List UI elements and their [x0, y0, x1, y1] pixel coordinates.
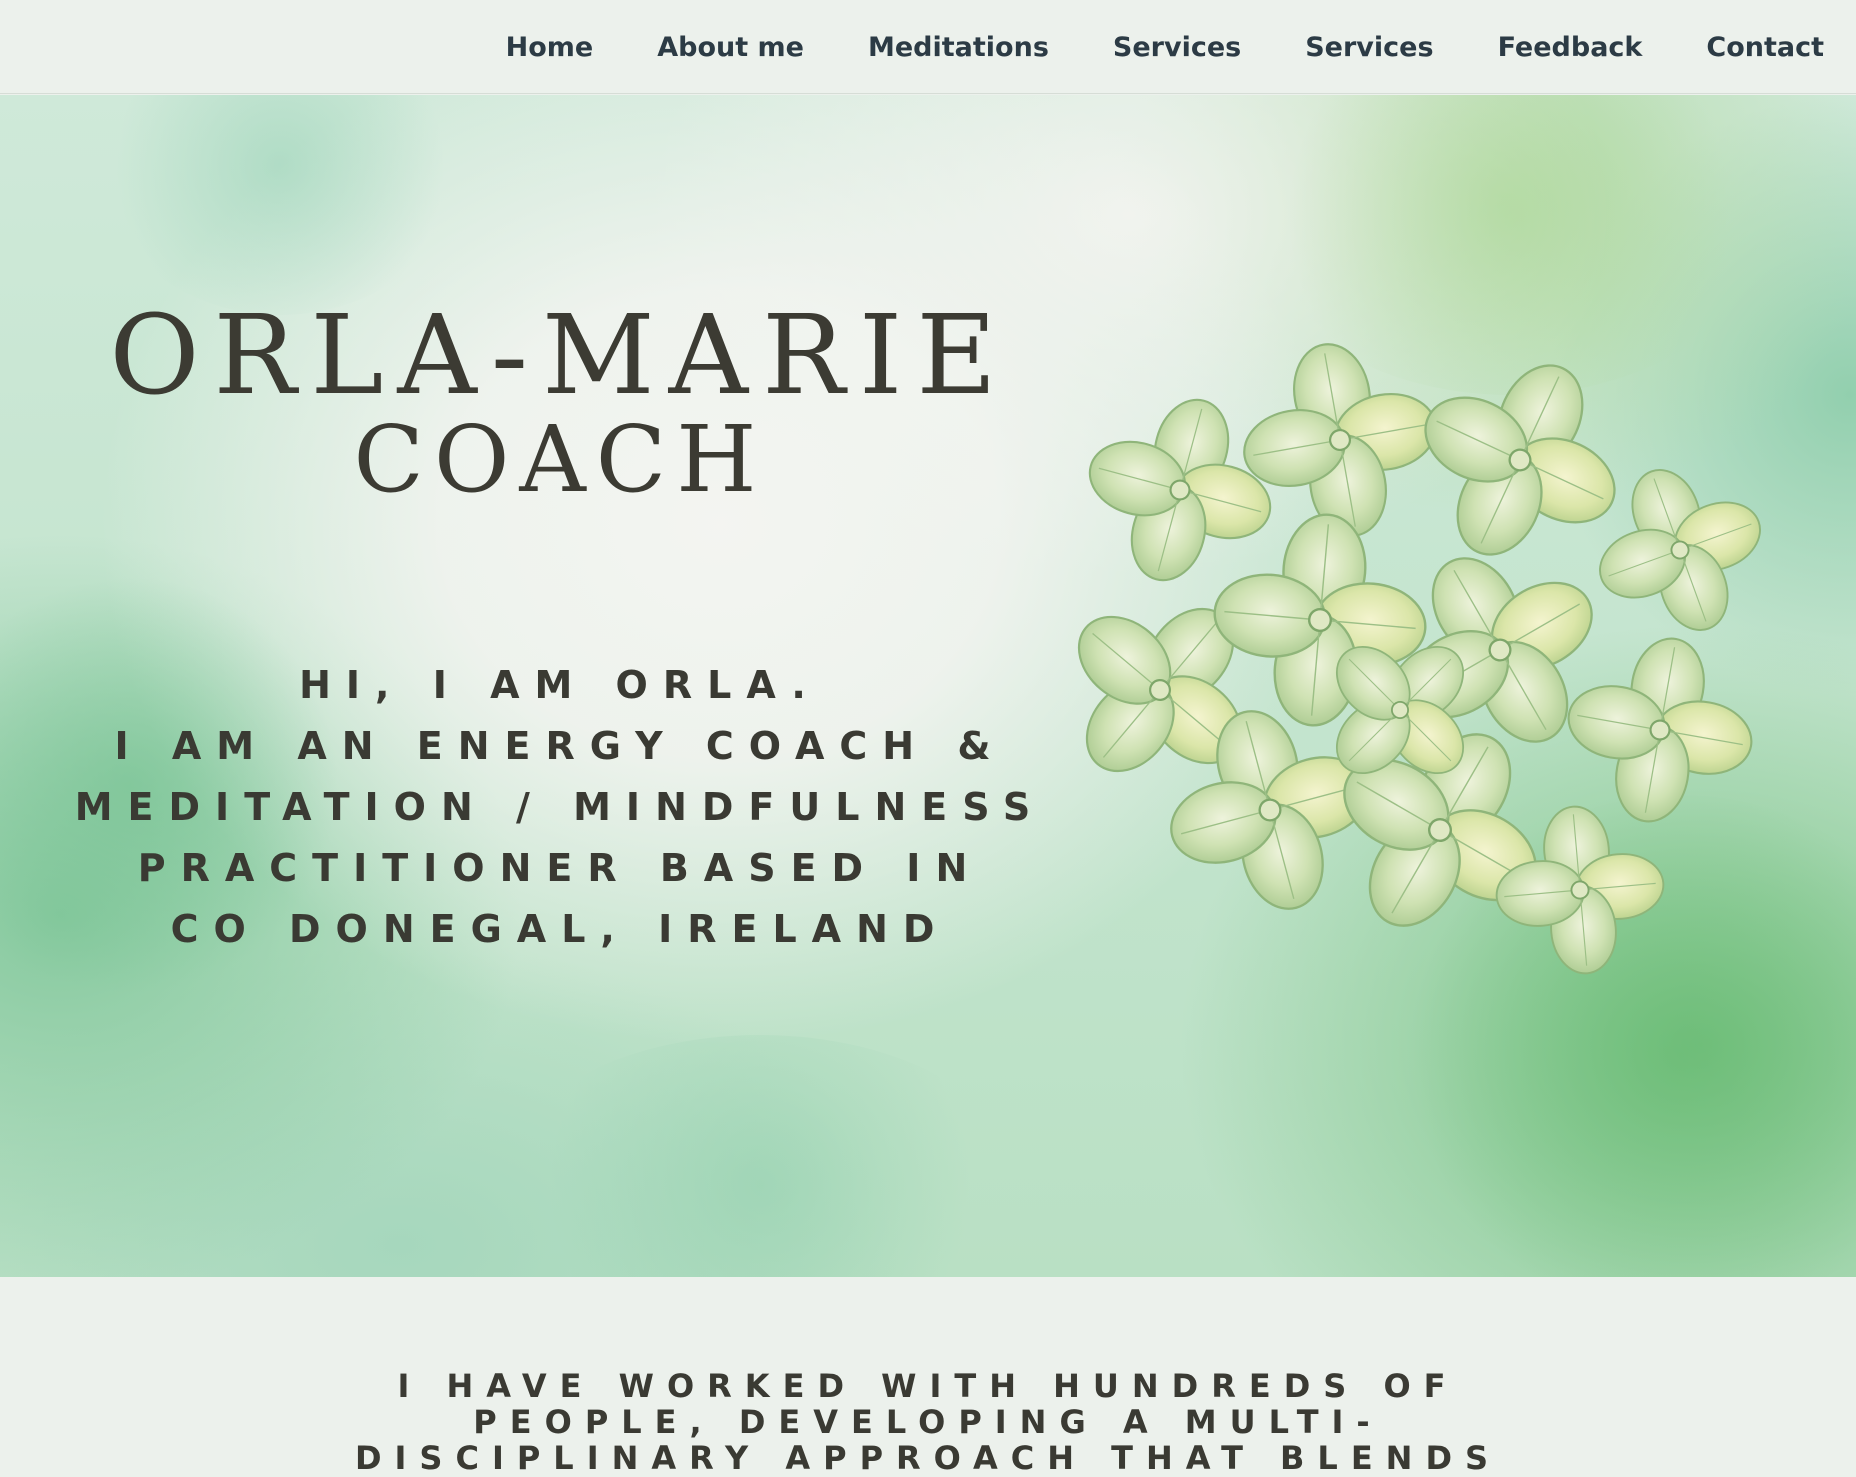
- about-intro-text: I HAVE WORKED WITH HUNDREDS OF PEOPLE, D…: [354, 1367, 1502, 1477]
- watercolor-blot: [500, 1035, 1020, 1277]
- nav-item-about-me[interactable]: About me: [657, 32, 804, 63]
- hero-intro-text: HI, I AM ORLA. I AM AN ENERGY COACH & ME…: [74, 663, 1046, 951]
- nav-item-home[interactable]: Home: [506, 32, 594, 63]
- nav-item-services[interactable]: Services: [1113, 32, 1241, 63]
- hero-section: ORLA-MARIE COACH HI, I AM ORLA. I AM AN …: [0, 95, 1856, 1277]
- top-navigation: Home About me Meditations Services Servi…: [0, 0, 1856, 94]
- hydrangea-flower-icon: [1022, 324, 1789, 982]
- nav-item-contact[interactable]: Contact: [1706, 32, 1824, 63]
- nav-item-meditations[interactable]: Meditations: [868, 32, 1049, 63]
- nav-menu: Home About me Meditations Services Servi…: [442, 0, 1824, 94]
- hero-title-name: ORLA-MARIE: [109, 291, 1011, 419]
- nav-item-feedback[interactable]: Feedback: [1498, 32, 1643, 63]
- nav-item-services-2[interactable]: Services: [1305, 32, 1433, 63]
- hero-title-subtitle: COACH: [353, 406, 767, 513]
- hero-title: ORLA-MARIE COACH: [60, 300, 1060, 506]
- watercolor-blot: [100, 95, 460, 315]
